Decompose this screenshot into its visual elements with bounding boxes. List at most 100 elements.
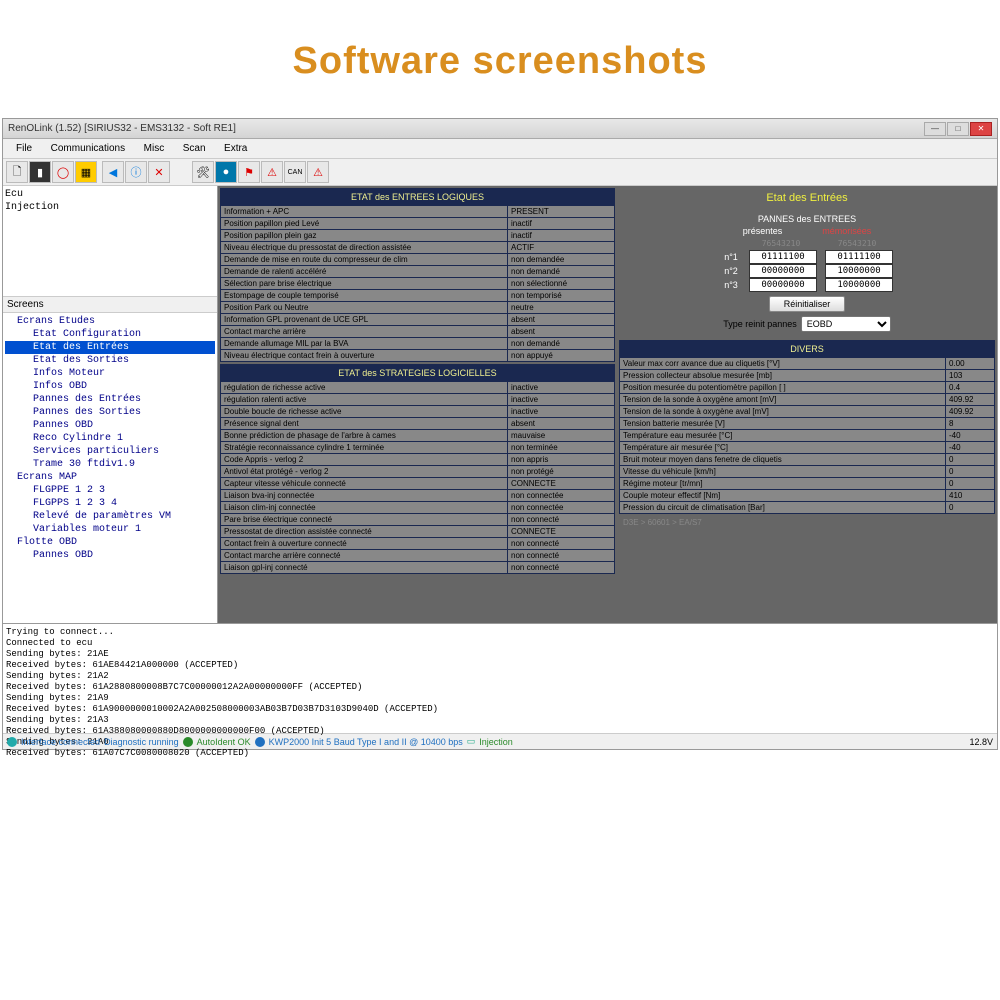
row-label: Température eau mesurée [°C] <box>620 430 946 441</box>
tree-item[interactable]: FLGPPE 1 2 3 <box>5 484 215 497</box>
status-voltage: 12.8V <box>969 737 993 747</box>
row-value: mauvaise <box>508 430 614 441</box>
row-label: Position Park ou Neutre <box>221 302 508 313</box>
row-value: 409.92 <box>946 394 994 405</box>
row-value: absent <box>508 326 614 337</box>
table-row: Demande de ralenti accélérénon demandé <box>221 265 614 277</box>
row-label: Couple moteur effectif [Nm] <box>620 490 946 501</box>
bin-label: n°1 <box>721 252 741 262</box>
tree-item[interactable]: Ecrans Etudes <box>5 315 215 328</box>
menu-extra[interactable]: Extra <box>216 141 255 156</box>
reset-button[interactable]: Réinitialiser <box>769 296 846 312</box>
tool-warn1-icon[interactable]: ⚠ <box>261 161 283 183</box>
table-row: Double boucle de richesse activeinactive <box>221 405 614 417</box>
tree-item[interactable]: Services particuliers <box>5 445 215 458</box>
tree-item[interactable]: Infos OBD <box>5 380 215 393</box>
menu-bar: File Communications Misc Scan Extra <box>3 139 997 159</box>
table-row: Vitesse du véhicule [km/h]0 <box>620 465 994 477</box>
row-label: Bruit moteur moyen dans fenetre de cliqu… <box>620 454 946 465</box>
table-row: Régime moteur [tr/mn]0 <box>620 477 994 489</box>
tool-record-icon[interactable]: ● <box>215 161 237 183</box>
menu-scan[interactable]: Scan <box>175 141 214 156</box>
table-row: Position papillon pied Levéinactif <box>221 217 614 229</box>
tool-flag-icon[interactable]: ⚑ <box>238 161 260 183</box>
table-row: régulation ralenti activeinactive <box>221 393 614 405</box>
tool-tools-icon[interactable]: 🛠 <box>192 161 214 183</box>
row-value: inactive <box>508 394 614 405</box>
tool-chip-icon[interactable]: ▦ <box>75 161 97 183</box>
row-label: Information GPL provenant de UCE GPL <box>221 314 508 325</box>
tree-item[interactable]: Pannes des Entrées <box>5 393 215 406</box>
tree-item[interactable]: Etat des Entrées <box>5 341 215 354</box>
type-select[interactable]: EOBD <box>801 316 891 332</box>
row-label: Tension de la sonde à oxygène aval [mV] <box>620 406 946 417</box>
row-value: -40 <box>946 442 994 453</box>
row-label: Capteur vitesse véhicule connecté <box>221 478 508 489</box>
tree-item[interactable]: Reco Cylindre 1 <box>5 432 215 445</box>
row-value: 409.92 <box>946 406 994 417</box>
row-value: non appris <box>508 454 614 465</box>
tree-item[interactable]: Variables moteur 1 <box>5 523 215 536</box>
minimize-button[interactable]: — <box>924 122 946 136</box>
row-value: CONNECTE <box>508 526 614 537</box>
bin-row: n°30000000010000000 <box>721 278 893 292</box>
tool-connect-icon[interactable]: ▮ <box>29 161 51 183</box>
table-row: Tension de la sonde à oxygène aval [mV]4… <box>620 405 994 417</box>
pannes-memorisees-label: mémorisées <box>822 226 871 236</box>
tool-can-icon[interactable]: CAN <box>284 161 306 183</box>
row-value: inactif <box>508 218 614 229</box>
tool-warn2-icon[interactable]: ⚠ <box>307 161 329 183</box>
row-label: Demande allumage MIL par la BVA <box>221 338 508 349</box>
table-row: Estompage de couple temporisénon tempori… <box>221 289 614 301</box>
tree-item[interactable]: Infos Moteur <box>5 367 215 380</box>
row-label: Position papillon pied Levé <box>221 218 508 229</box>
type-label: Type reinit pannes <box>723 319 797 329</box>
ecu-item[interactable]: Injection <box>5 201 215 214</box>
status-interface: Interface connected <box>21 737 100 747</box>
row-label: Liaison clim-inj connectée <box>221 502 508 513</box>
tree-item[interactable]: Pannes des Sorties <box>5 406 215 419</box>
tree-item[interactable]: Trame 30 ftdiv1.9 <box>5 458 215 471</box>
bin-label: n°3 <box>721 280 741 290</box>
row-value: PRESENT <box>508 206 614 217</box>
bin-header: 76543210 <box>823 239 891 248</box>
status-icon <box>7 737 17 747</box>
tree-item[interactable]: Etat des Sorties <box>5 354 215 367</box>
tree-item[interactable]: Ecrans MAP <box>5 471 215 484</box>
menu-file[interactable]: File <box>8 141 40 156</box>
table-row: Antivol état protégé - verlog 2non proté… <box>221 465 614 477</box>
row-label: Régime moteur [tr/mn] <box>620 478 946 489</box>
tree-item[interactable]: Etat Configuration <box>5 328 215 341</box>
row-value: non terminée <box>508 442 614 453</box>
row-value: 0 <box>946 466 994 477</box>
bin-memorisee: 01111100 <box>825 250 893 264</box>
row-value: non connecté <box>508 538 614 549</box>
bin-header: 76543210 <box>747 239 815 248</box>
table-header: ETAT des ENTREES LOGIQUES <box>221 189 614 205</box>
row-label: Valeur max corr avance due au cliquetis … <box>620 358 946 369</box>
tree-item[interactable]: Relevé de paramètres VM <box>5 510 215 523</box>
tool-back-icon[interactable]: ◀ <box>102 161 124 183</box>
table-row: Pressostat de direction assistée connect… <box>221 525 614 537</box>
maximize-button[interactable]: □ <box>947 122 969 136</box>
row-value: non connectée <box>508 502 614 513</box>
row-label: Température air mesurée [°C] <box>620 442 946 453</box>
menu-misc[interactable]: Misc <box>136 141 173 156</box>
tree-item[interactable]: FLGPPS 1 2 3 4 <box>5 497 215 510</box>
tree-item[interactable]: Pannes OBD <box>5 549 215 562</box>
tree-item[interactable]: Flotte OBD <box>5 536 215 549</box>
protocol-icon <box>255 737 265 747</box>
close-button[interactable]: ✕ <box>970 122 992 136</box>
row-value: 0 <box>946 502 994 513</box>
row-label: Double boucle de richesse active <box>221 406 508 417</box>
tool-close-icon[interactable]: ✕ <box>148 161 170 183</box>
ecu-item[interactable]: Ecu <box>5 188 215 201</box>
menu-communications[interactable]: Communications <box>43 141 133 156</box>
table-row: Couple moteur effectif [Nm]410 <box>620 489 994 501</box>
row-label: Contact frein à ouverture connecté <box>221 538 508 549</box>
tree-item[interactable]: Pannes OBD <box>5 419 215 432</box>
tool-new-icon[interactable]: 🗋 <box>6 161 28 183</box>
tool-info-icon[interactable]: ⓘ <box>125 161 147 183</box>
tool-stop-icon[interactable]: ◯ <box>52 161 74 183</box>
table-row: Bruit moteur moyen dans fenetre de cliqu… <box>620 453 994 465</box>
